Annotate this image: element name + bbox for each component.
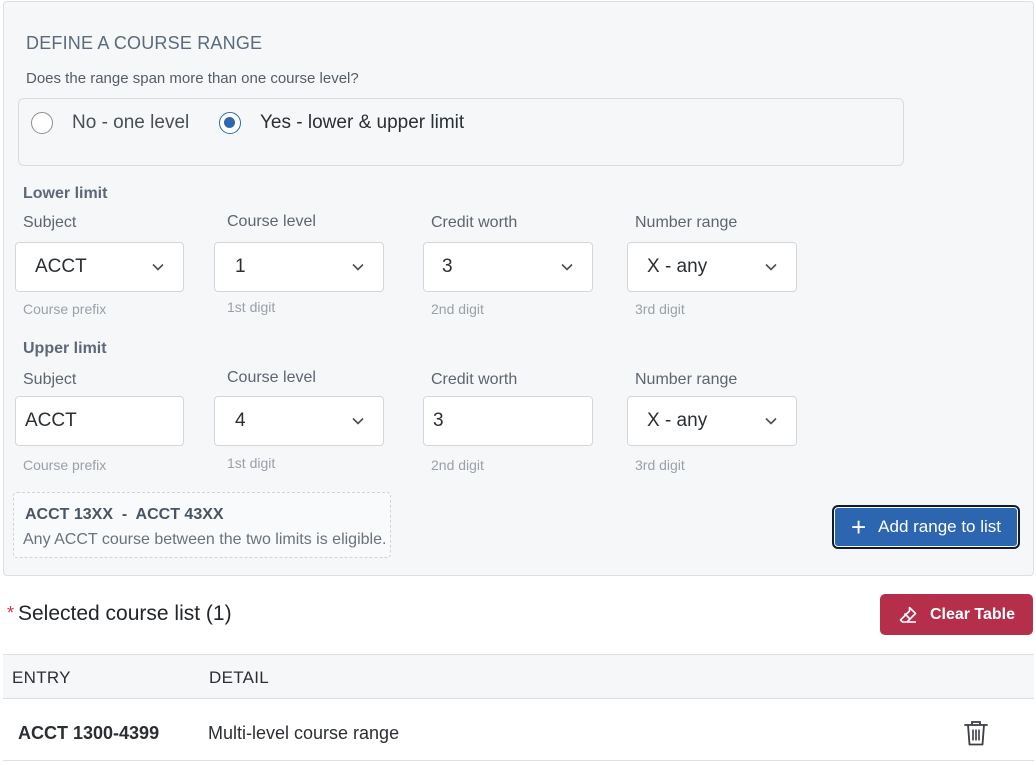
lower-number-select[interactable]: X - any [627, 242, 797, 292]
upper-subject-hint: Course prefix [23, 457, 107, 473]
upper-level-hint: 1st digit [227, 455, 276, 471]
radio-one-level[interactable]: No - one level [31, 112, 189, 134]
upper-limit-heading: Upper limit [23, 340, 107, 357]
clear-table-label: Clear Table [929, 605, 1016, 623]
upper-subject-value: ACCT [25, 410, 77, 431]
row-detail: Multi-level course range [208, 723, 400, 743]
section-title: DEFINE A COURSE RANGE [26, 33, 263, 53]
level-span-radio-group: No - one level Yes - lower & upper limit [18, 98, 904, 166]
column-header-entry: ENTRY [12, 668, 71, 687]
radio-two-levels-circle[interactable] [219, 112, 241, 134]
lower-number-hint: 3rd digit [635, 301, 685, 317]
lower-subject-select[interactable]: ACCT [15, 242, 184, 292]
upper-level-select[interactable]: 4 [214, 396, 384, 446]
upper-credit-hint: 2nd digit [431, 457, 484, 473]
radio-two-levels[interactable]: Yes - lower & upper limit [219, 112, 464, 134]
plus-icon: + [850, 512, 867, 542]
lower-number-label: Number range [635, 214, 738, 231]
upper-subject-input[interactable]: ACCT [15, 396, 184, 446]
chevron-down-icon [352, 417, 364, 425]
eraser-icon [899, 606, 917, 623]
lower-subject-label: Subject [23, 214, 77, 231]
range-question: Does the range span more than one course… [26, 70, 359, 87]
add-range-label: Add range to list [878, 517, 1002, 536]
upper-level-label: Course level [227, 369, 316, 386]
chevron-down-icon [561, 263, 573, 271]
lower-subject-hint: Course prefix [23, 301, 107, 317]
upper-level-value: 4 [235, 410, 246, 431]
upper-number-label: Number range [635, 371, 738, 388]
trash-icon[interactable] [963, 719, 989, 747]
add-range-button[interactable]: + Add range to list [832, 505, 1020, 549]
upper-number-select[interactable]: X - any [627, 396, 797, 446]
lower-subject-value: ACCT [35, 256, 87, 277]
upper-subject-label: Subject [23, 371, 77, 388]
lower-level-label: Course level [227, 213, 316, 230]
lower-credit-value: 3 [442, 256, 453, 277]
chevron-down-icon [152, 263, 164, 271]
upper-credit-label: Credit worth [431, 371, 518, 388]
lower-level-hint: 1st digit [227, 299, 276, 315]
lower-credit-select[interactable]: 3 [423, 242, 593, 292]
lower-number-value: X - any [647, 256, 708, 277]
radio-one-level-circle[interactable] [31, 112, 53, 134]
chevron-down-icon [765, 263, 777, 271]
radio-two-levels-label: Yes - lower & upper limit [260, 112, 465, 133]
upper-number-value: X - any [647, 410, 708, 431]
lower-credit-hint: 2nd digit [431, 301, 484, 317]
chevron-down-icon [352, 263, 364, 271]
chevron-down-icon [765, 417, 777, 425]
range-summary: ACCT 13XX - ACCT 43XX Any ACCT course be… [13, 492, 391, 558]
lower-credit-label: Credit worth [431, 214, 518, 231]
column-header-detail: DETAIL [209, 668, 270, 687]
lower-level-value: 1 [235, 256, 246, 277]
range-summary-title: ACCT 13XX - ACCT 43XX [25, 506, 224, 523]
required-mark: * [7, 603, 15, 623]
course-table-header: ENTRY DETAIL [3, 654, 1034, 699]
clear-table-button[interactable]: Clear Table [880, 594, 1033, 635]
upper-credit-value: 3 [433, 410, 444, 431]
upper-number-hint: 3rd digit [635, 457, 685, 473]
table-row: ACCT 1300-4399 Multi-level course range [3, 699, 1034, 761]
upper-credit-input[interactable]: 3 [423, 396, 593, 446]
row-entry: ACCT 1300-4399 [18, 723, 160, 743]
lower-limit-heading: Lower limit [23, 185, 108, 202]
radio-one-level-label: No - one level [72, 112, 190, 133]
lower-level-select[interactable]: 1 [214, 242, 384, 292]
range-summary-text: Any ACCT course between the two limits i… [23, 531, 387, 548]
selected-list-title: Selected course list (1) [18, 602, 232, 625]
